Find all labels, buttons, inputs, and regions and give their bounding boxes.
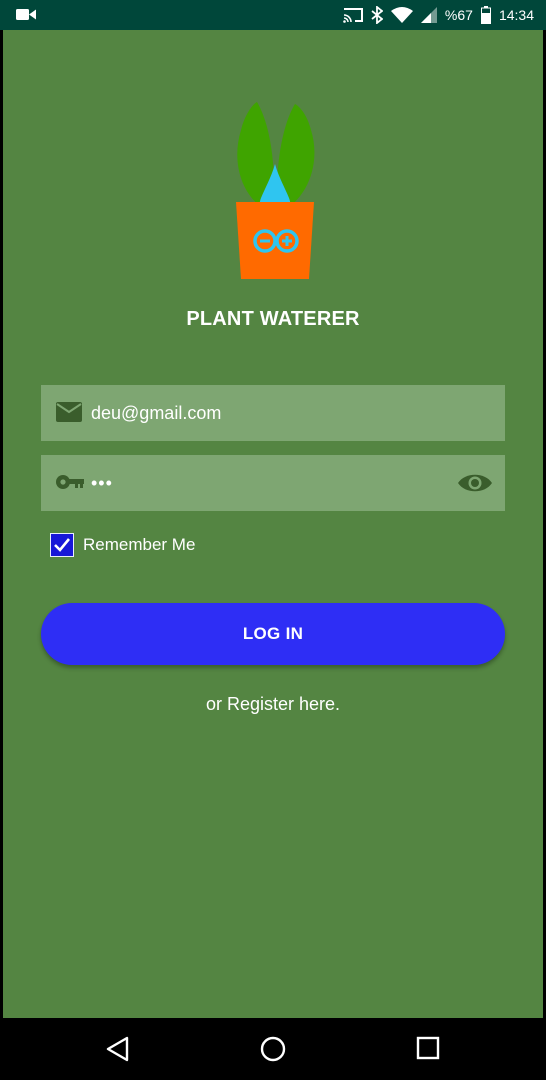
key-icon (56, 472, 84, 497)
password-field[interactable]: ••• (41, 455, 505, 511)
login-screen: PLANT WATERER deu@gmail.com ••• Remember… (3, 30, 543, 1018)
video-camera-icon (16, 8, 36, 26)
bluetooth-icon (371, 6, 383, 24)
remember-me-checkbox[interactable] (50, 533, 74, 557)
battery-percentage: %67 (444, 7, 473, 23)
wifi-icon (390, 7, 413, 23)
email-input-value[interactable]: deu@gmail.com (91, 385, 221, 441)
password-input-value[interactable]: ••• (91, 455, 113, 511)
recents-icon[interactable] (416, 1036, 440, 1065)
cast-icon (343, 7, 363, 23)
remember-me-label[interactable]: Remember Me (83, 535, 195, 555)
check-icon (54, 538, 71, 552)
app-title: PLANT WATERER (186, 308, 360, 330)
login-button[interactable]: LOG IN (41, 603, 505, 665)
eye-icon[interactable] (457, 471, 493, 500)
plant-logo (231, 102, 319, 287)
email-field[interactable]: deu@gmail.com (41, 385, 505, 441)
home-icon[interactable] (260, 1036, 286, 1067)
register-link[interactable]: or Register here. (3, 694, 543, 715)
envelope-icon (56, 402, 82, 427)
clock: 14:34 (498, 7, 534, 23)
cellular-signal-icon (420, 7, 437, 23)
navigation-bar (0, 1018, 546, 1080)
status-bar: %67 14:34 (0, 0, 546, 30)
back-icon[interactable] (106, 1036, 130, 1067)
remember-me[interactable]: Remember Me (50, 532, 195, 558)
battery-icon (480, 6, 491, 24)
